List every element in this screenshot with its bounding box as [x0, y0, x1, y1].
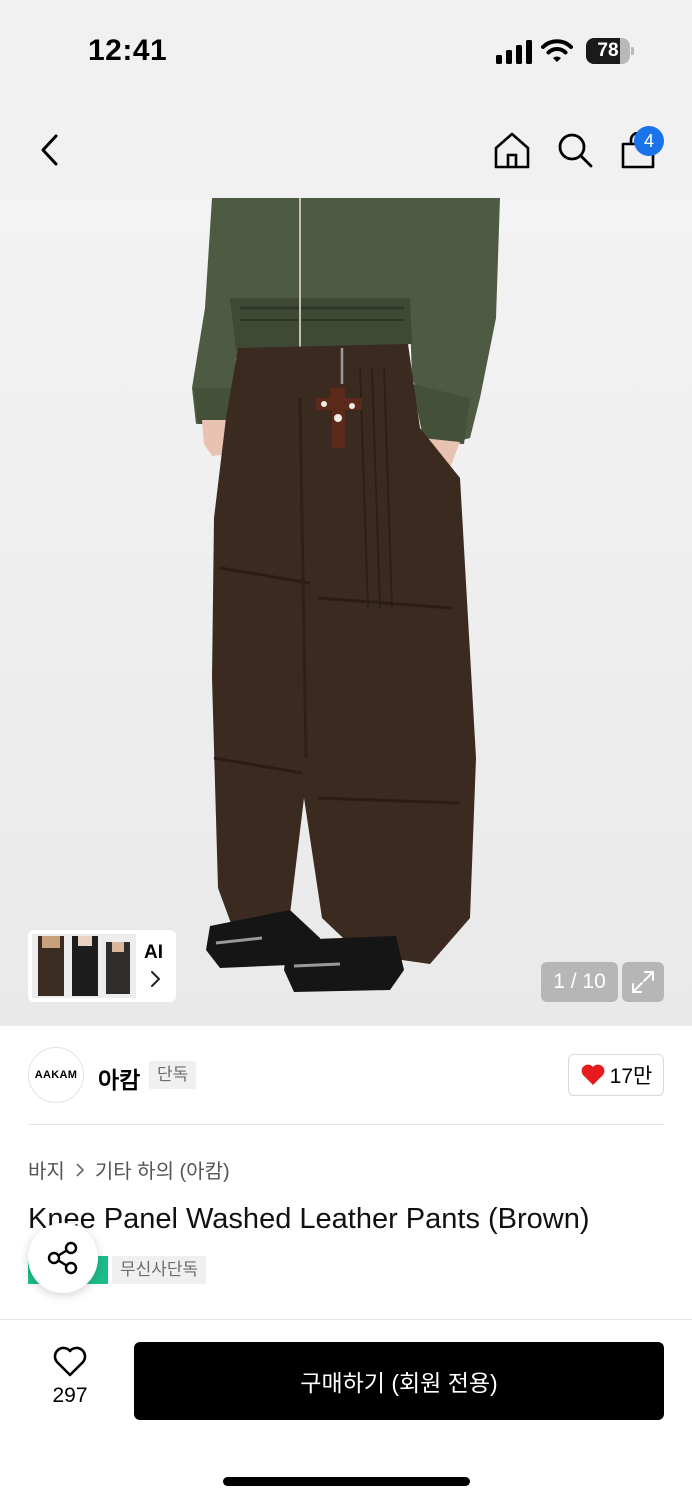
bottom-action-bar: 297 구매하기 (회원 전용) — [0, 1319, 692, 1500]
product-title: Knee Panel Washed Leather Pants (Brown) — [28, 1203, 590, 1235]
breadcrumb-item-category[interactable]: 바지 — [28, 1155, 65, 1184]
breadcrumb: 바지 기타 하의 (아캄) — [28, 1155, 230, 1184]
thumbnail-image — [32, 934, 136, 998]
chevron-right-icon — [151, 971, 160, 987]
search-icon — [558, 133, 593, 168]
ai-label: AI — [144, 942, 163, 963]
wifi-icon — [541, 39, 573, 62]
home-indicator — [223, 1477, 470, 1486]
battery-indicator: 78 — [586, 38, 634, 64]
wishlist-count: 297 — [52, 1384, 88, 1407]
brand-logo-text: AAKAM — [34, 1069, 78, 1081]
status-time: 12:41 — [88, 34, 168, 67]
breadcrumb-chevron-icon — [76, 1162, 84, 1177]
musinsa-exclusive-tag: 무신사단독 — [112, 1256, 207, 1284]
product-photo — [192, 198, 500, 992]
heart-outline-icon — [53, 1346, 87, 1377]
back-chevron-icon — [41, 134, 58, 166]
expand-icon — [632, 971, 654, 993]
brand-logo[interactable]: AAKAM — [28, 1047, 84, 1103]
home-icon — [494, 132, 530, 169]
brand-like-button[interactable]: 17만 — [568, 1054, 664, 1096]
section-divider — [28, 1124, 664, 1125]
search-button[interactable] — [551, 126, 599, 174]
brand-like-count: 17만 — [609, 1065, 653, 1088]
share-button[interactable] — [28, 1223, 98, 1293]
exclusive-tag: 단독 — [149, 1061, 197, 1089]
share-icon — [47, 1241, 78, 1275]
battery-level: 78 — [597, 40, 619, 61]
breadcrumb-item-subcategory[interactable]: 기타 하의 (아캄) — [95, 1155, 230, 1184]
product-image-gallery[interactable]: AI 1 / 10 — [0, 198, 692, 1026]
top-nav-bar — [0, 100, 692, 198]
back-button[interactable] — [26, 126, 74, 174]
expand-image-button[interactable] — [622, 962, 664, 1002]
heart-filled-icon — [581, 1064, 605, 1085]
wishlist-button[interactable]: 297 — [38, 1346, 102, 1412]
buy-button[interactable]: 구매하기 (회원 전용) — [134, 1342, 664, 1420]
ai-lookbook-thumbnail[interactable]: AI — [28, 930, 176, 1002]
brand-name[interactable]: 아캄 — [98, 1061, 140, 1095]
cart-count-badge: 4 — [634, 126, 664, 156]
cellular-signal-icon — [496, 40, 532, 64]
status-bar: 12:41 78 — [0, 0, 692, 100]
home-button[interactable] — [488, 126, 536, 174]
image-page-counter: 1 / 10 — [541, 962, 618, 1002]
